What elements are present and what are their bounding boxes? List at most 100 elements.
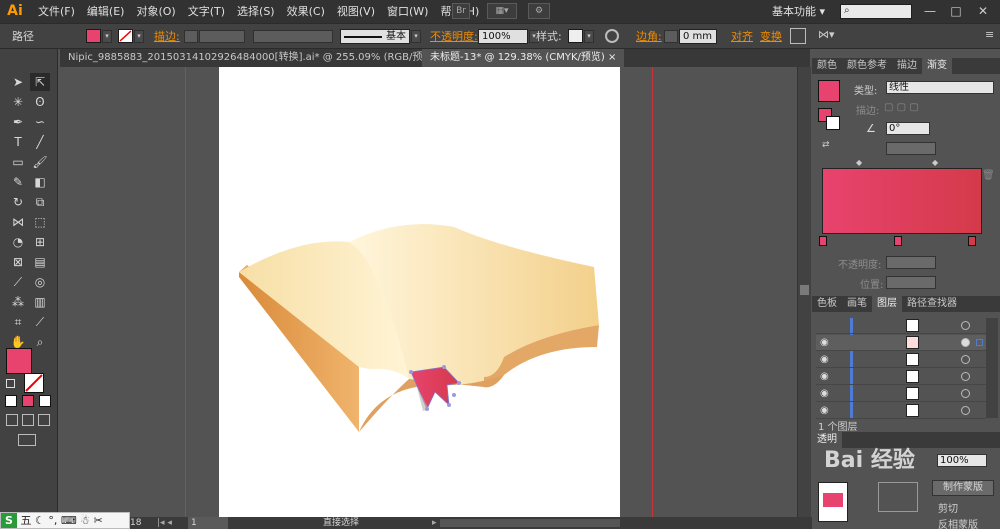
draw-normal-icon[interactable]	[6, 414, 18, 426]
direct-selection-tool-icon[interactable]: ⇱	[30, 73, 50, 91]
maximize-button[interactable]: □	[946, 3, 966, 19]
layer-row[interactable]	[816, 318, 986, 334]
align-link[interactable]: 对齐	[731, 24, 753, 49]
ime-moon-icon[interactable]: ☾	[35, 514, 45, 527]
layers-scrollbar[interactable]	[986, 318, 998, 418]
anchor-point[interactable]	[447, 403, 451, 407]
screen-mode-icon[interactable]	[18, 434, 36, 446]
column-graph-tool-icon[interactable]: ▥	[30, 293, 50, 311]
slice-tool-icon[interactable]: ⟋	[30, 313, 50, 331]
recolor-icon[interactable]	[605, 29, 619, 43]
first-artboard-icon[interactable]: |◂ ◂	[157, 517, 172, 529]
fill-swatch[interactable]	[86, 29, 101, 43]
ime-mode[interactable]: 五	[21, 514, 32, 527]
ime-tools-icon[interactable]: ✂	[94, 514, 103, 527]
corner-label[interactable]: 边角:	[636, 24, 662, 49]
type-tool-icon[interactable]: T	[8, 133, 28, 151]
reverse-gradient-icon[interactable]: ⇄	[822, 140, 834, 150]
perspective-grid-tool-icon[interactable]: ⊞	[30, 233, 50, 251]
tab-document-2[interactable]: 未标题-13* @ 129.38% (CMYK/预览) ×	[422, 49, 625, 67]
tab-document-1[interactable]: Nipic_9885883_20150314102926484000[转换].a…	[60, 49, 456, 67]
target-icon[interactable]	[961, 355, 970, 364]
status-arrow-icon[interactable]: ▸	[432, 517, 437, 529]
ime-keyboard-icon[interactable]: ⌨	[61, 514, 77, 527]
menu-type[interactable]: 文字(T)	[182, 0, 231, 23]
target-icon[interactable]	[961, 389, 970, 398]
anchor-point[interactable]	[457, 381, 461, 385]
eyedropper-tool-icon[interactable]: ⟋	[8, 273, 28, 291]
lasso-tool-icon[interactable]: ʘ	[30, 93, 50, 111]
pen-tool-icon[interactable]: ✒	[8, 113, 28, 131]
tab-color-guide[interactable]: 颜色参考	[842, 58, 892, 74]
rotate-tool-icon[interactable]: ↻	[8, 193, 28, 211]
menu-effect[interactable]: 效果(C)	[281, 0, 331, 23]
tab-color[interactable]: 颜色	[812, 58, 842, 74]
draw-inside-icon[interactable]	[38, 414, 50, 426]
visibility-eye-icon[interactable]: ◉	[820, 405, 834, 417]
magic-wand-tool-icon[interactable]: ✳	[8, 93, 28, 111]
none-mode-icon[interactable]	[39, 395, 51, 407]
default-colors-icon[interactable]	[6, 379, 15, 388]
vertical-scrollbar[interactable]	[797, 67, 811, 517]
bridge-icon[interactable]: Br	[452, 3, 470, 19]
menu-view[interactable]: 视图(V)	[331, 0, 381, 23]
menu-select[interactable]: 选择(S)	[231, 0, 281, 23]
brush-dropdown[interactable]: ▾	[411, 30, 421, 43]
menu-window[interactable]: 窗口(W)	[381, 0, 434, 23]
gradient-stop[interactable]	[819, 236, 827, 246]
stop-position-field[interactable]	[886, 276, 936, 289]
tab-pathfinder[interactable]: 路径查找器	[902, 296, 962, 312]
tab-gradient[interactable]: 渐变	[922, 58, 952, 74]
menu-object[interactable]: 对象(O)	[130, 0, 181, 23]
stroke-swatch-small[interactable]	[826, 116, 840, 130]
stroke-label[interactable]: 描边:	[154, 24, 180, 49]
artboard-number[interactable]: 1	[188, 517, 228, 529]
angle-field[interactable]: 0°	[886, 122, 930, 135]
zoom-tool-icon[interactable]: ⌕	[30, 333, 50, 351]
ime-punctuation-icon[interactable]: °,	[48, 514, 57, 527]
close-button[interactable]: ✕	[973, 3, 993, 19]
layer-row[interactable]: ◉	[816, 352, 986, 368]
zoom-level[interactable]: 18	[130, 517, 141, 529]
select-similar-icon[interactable]: ⋈▾	[818, 28, 840, 44]
color-mode-icon[interactable]	[5, 395, 17, 407]
mask-placeholder[interactable]	[878, 482, 918, 512]
search-input[interactable]: ⌕	[840, 4, 912, 19]
artboard[interactable]	[219, 67, 620, 517]
visibility-eye-icon[interactable]: ◉	[820, 371, 834, 383]
gpu-performance-icon[interactable]: ⚙	[528, 3, 550, 19]
corner-stepper[interactable]	[664, 30, 678, 43]
stop-opacity-field[interactable]	[886, 256, 936, 269]
transform-link[interactable]: 变换	[760, 24, 782, 49]
aspect-ratio-field[interactable]	[886, 142, 936, 155]
graphic-style-swatch[interactable]	[568, 29, 583, 43]
horizontal-scrollbar[interactable]	[440, 519, 620, 527]
make-mask-button[interactable]: 制作蒙版	[932, 480, 994, 496]
curvature-tool-icon[interactable]: ∽	[30, 113, 50, 131]
stroke-gradient-options-icon[interactable]: ▢ ▢ ▢	[884, 102, 944, 114]
layer-row[interactable]: ◉	[816, 386, 986, 402]
visibility-eye-icon[interactable]: ◉	[820, 388, 834, 400]
stroke-dropdown[interactable]: ▾	[134, 30, 144, 43]
scrollbar-thumb[interactable]	[800, 285, 809, 295]
style-dropdown[interactable]: ▾	[584, 30, 594, 43]
delete-stop-icon[interactable]: 🗑	[982, 170, 995, 181]
fill-dropdown[interactable]: ▾	[102, 30, 112, 43]
fill-color-box[interactable]	[6, 348, 32, 374]
stroke-color-box[interactable]	[24, 373, 44, 393]
ime-logo-icon[interactable]: S	[1, 513, 17, 528]
stroke-swatch[interactable]	[118, 29, 133, 43]
paintbrush-tool-icon[interactable]: 🖌	[30, 153, 50, 171]
invert-mask-checkbox[interactable]: 反相蒙版	[938, 516, 978, 529]
gradient-tool-icon[interactable]: ▤	[30, 253, 50, 271]
stroke-weight-field[interactable]	[199, 30, 245, 43]
shape-builder-tool-icon[interactable]: ◔	[8, 233, 28, 251]
mesh-tool-icon[interactable]: ⊠	[8, 253, 28, 271]
symbol-sprayer-tool-icon[interactable]: ⁂	[8, 293, 28, 311]
target-icon[interactable]	[961, 372, 970, 381]
opacity-label[interactable]: 不透明度:	[430, 24, 478, 49]
arrange-documents-icon[interactable]: ▦▾	[487, 3, 517, 19]
tab-swatches[interactable]: 色板	[812, 296, 842, 312]
tab-layers[interactable]: 图层	[872, 296, 902, 312]
ime-user-icon[interactable]: ☃	[80, 514, 90, 527]
